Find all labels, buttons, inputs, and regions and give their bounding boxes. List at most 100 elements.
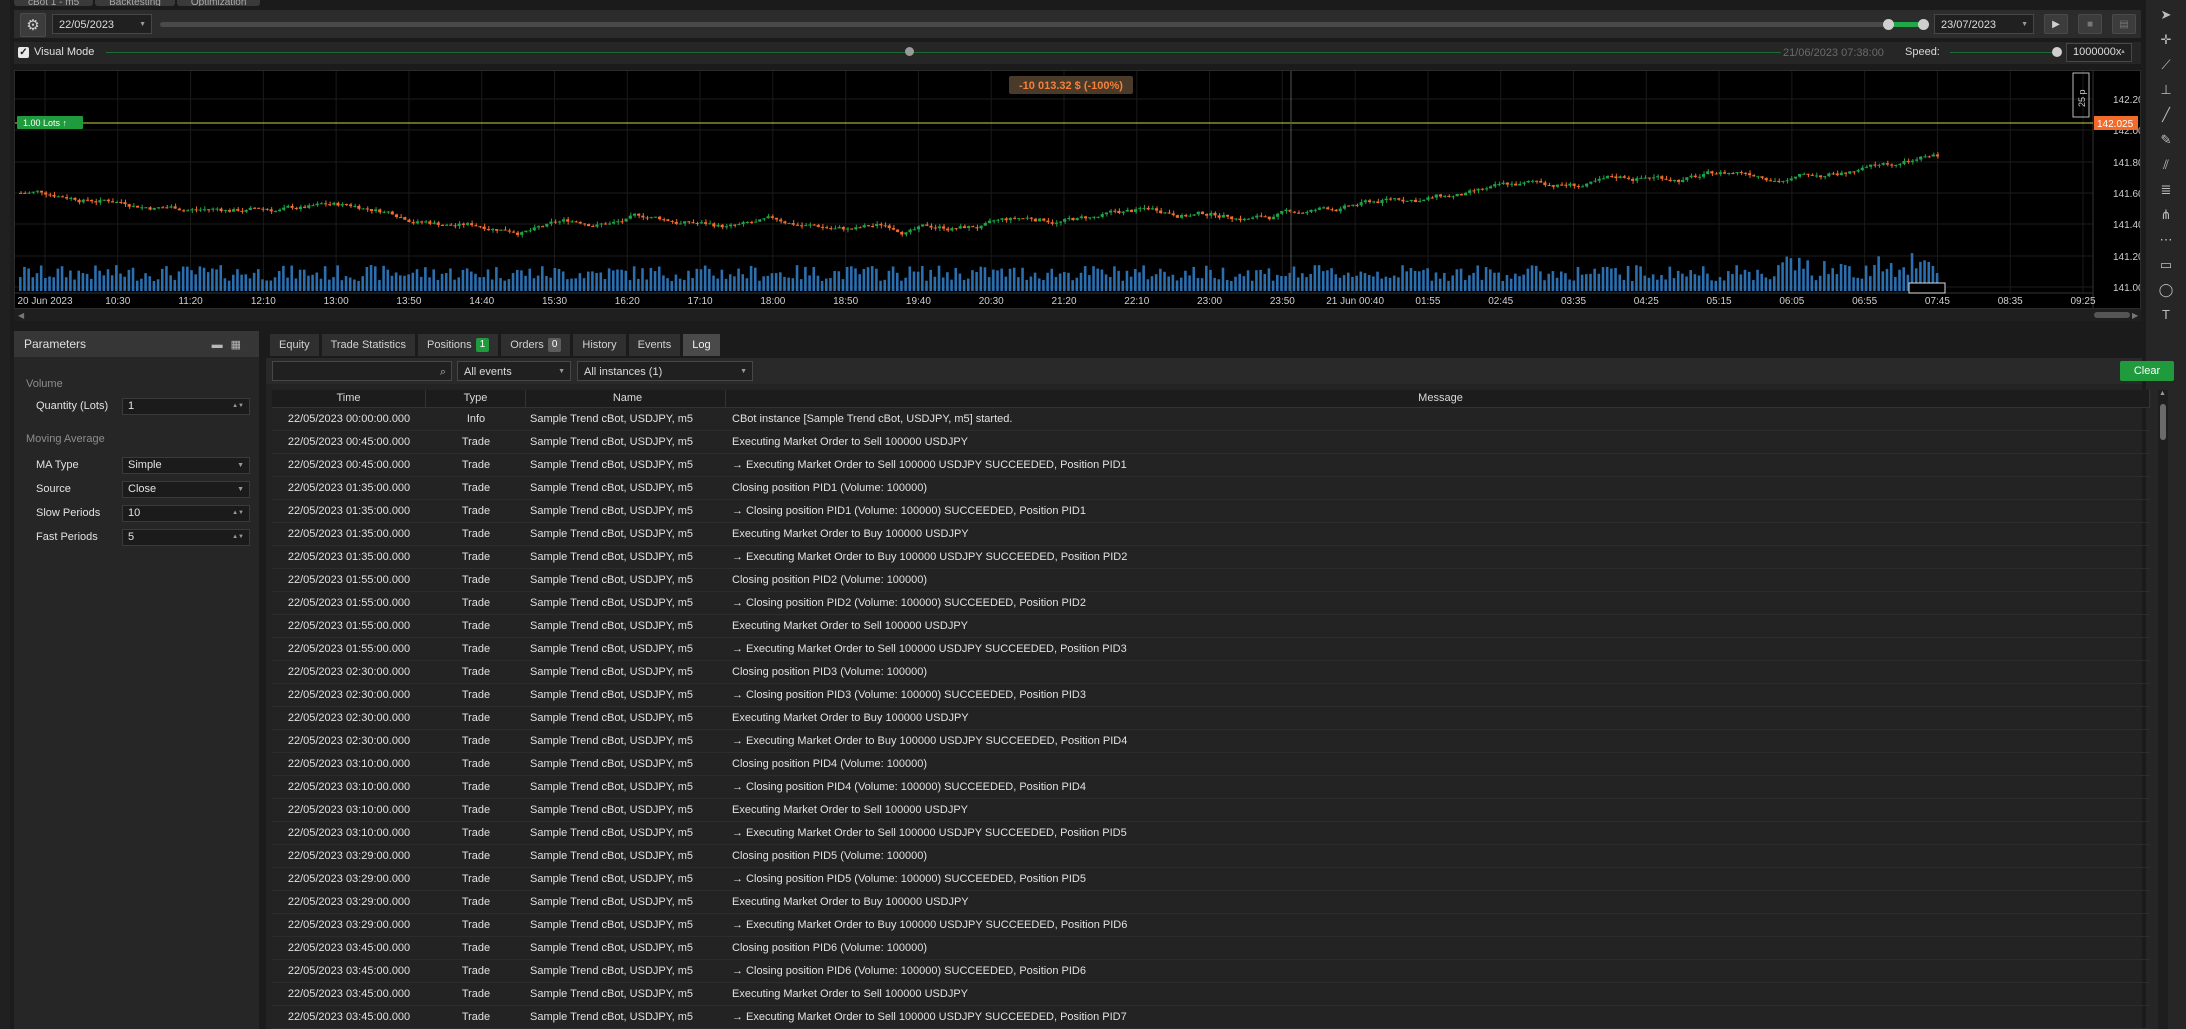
horizontal-line-icon[interactable]: ⊥ <box>2158 82 2174 98</box>
play-button[interactable]: ▶ <box>2044 14 2068 34</box>
candle-body <box>1246 218 1250 220</box>
report-button[interactable]: ▤ <box>2112 14 2136 34</box>
tab-backtesting[interactable]: Backtesting <box>95 0 175 6</box>
events-filter-select[interactable]: All events ▼ <box>457 361 571 381</box>
table-row[interactable]: 22/05/2023 03:29:00.000 Trade Sample Trend… <box>272 914 2150 937</box>
text-icon[interactable]: T <box>2158 307 2174 323</box>
playback-position-handle[interactable] <box>905 47 914 56</box>
gann-icon[interactable]: ⋯ <box>2158 232 2174 248</box>
table-row[interactable]: 22/05/2023 01:35:00.000 Trade Sample Trend… <box>272 523 2150 546</box>
tab-cbot-instance[interactable]: cBot 1 - m5 <box>14 0 94 6</box>
table-row[interactable]: 22/05/2023 01:35:00.000 Trade Sample Trend… <box>272 500 2150 523</box>
table-row[interactable]: 22/05/2023 01:55:00.000 Trade Sample Trend… <box>272 638 2150 661</box>
log-scroll-thumb[interactable] <box>2160 404 2166 440</box>
scroll-up-icon[interactable]: ▲ <box>2159 390 2166 397</box>
table-row[interactable]: 22/05/2023 02:30:00.000 Trade Sample Trend… <box>272 730 2150 753</box>
save-icon[interactable]: ▬ <box>212 339 231 351</box>
settings-button[interactable]: ⚙ <box>20 13 46 37</box>
load-icon[interactable]: ▦ <box>231 339 249 351</box>
range-end-handle[interactable] <box>1918 19 1929 30</box>
range-start-handle[interactable] <box>1883 19 1894 30</box>
volume-bar <box>1610 268 1613 291</box>
instances-filter-select[interactable]: All instances (1) ▼ <box>577 361 753 381</box>
source-select[interactable]: Close ▼ <box>122 480 250 498</box>
column-header-type[interactable]: Type <box>426 390 526 407</box>
chart-horizontal-scrollbar[interactable]: ◀ ▶ <box>14 309 2141 321</box>
ruler-icon[interactable]: ⟋ <box>2158 57 2174 73</box>
speed-input[interactable]: 1000000x ▲ <box>2066 43 2132 62</box>
column-header-name[interactable]: Name <box>526 390 726 407</box>
visual-mode-checkbox[interactable]: ✓ <box>18 47 29 58</box>
table-row[interactable]: 22/05/2023 00:45:00.000 Trade Sample Trend… <box>272 431 2150 454</box>
table-row[interactable]: 22/05/2023 03:10:00.000 Trade Sample Trend… <box>272 799 2150 822</box>
tab-log[interactable]: Log <box>683 334 720 356</box>
scroll-right-icon[interactable]: ▶ <box>2132 311 2138 320</box>
log-type-cell: Trade <box>461 988 491 1000</box>
speed-slider-track[interactable] <box>1950 52 2058 53</box>
table-row[interactable]: 22/05/2023 03:10:00.000 Trade Sample Trend… <box>272 822 2150 845</box>
table-row[interactable]: 22/05/2023 03:45:00.000 Trade Sample Trend… <box>272 983 2150 1006</box>
fast-periods-stepper[interactable]: 5 ▲▼ <box>122 528 250 546</box>
quantity-stepper[interactable]: 1 ▲▼ <box>122 397 250 415</box>
scroll-left-icon[interactable]: ◀ <box>18 311 24 320</box>
table-row[interactable]: 22/05/2023 02:30:00.000 Trade Sample Trend… <box>272 684 2150 707</box>
ellipse-icon[interactable]: ◯ <box>2158 282 2174 298</box>
candle-body <box>94 201 98 203</box>
table-row[interactable]: 22/05/2023 01:35:00.000 Trade Sample Trend… <box>272 477 2150 500</box>
tab-equity[interactable]: Equity <box>270 334 319 356</box>
chart-scroll-thumb[interactable] <box>2094 312 2130 318</box>
log-vertical-scrollbar[interactable]: ▲ <box>2158 390 2168 1029</box>
table-row[interactable]: 22/05/2023 01:55:00.000 Trade Sample Trend… <box>272 615 2150 638</box>
results-tab-bar: Equity Trade Statistics Positions 1 Order… <box>270 334 720 356</box>
ma-type-select[interactable]: Simple ▼ <box>122 456 250 474</box>
volume-bar <box>1701 266 1705 291</box>
table-row[interactable]: 22/05/2023 03:45:00.000 Trade Sample Trend… <box>272 1006 2150 1029</box>
table-row[interactable]: 22/05/2023 01:55:00.000 Trade Sample Trend… <box>272 592 2150 615</box>
table-row[interactable]: 22/05/2023 03:10:00.000 Trade Sample Trend… <box>272 753 2150 776</box>
table-row[interactable]: 22/05/2023 00:45:00.000 Trade Sample Trend… <box>272 454 2150 477</box>
table-row[interactable]: 22/05/2023 03:29:00.000 Trade Sample Trend… <box>272 845 2150 868</box>
tab-events[interactable]: Events <box>628 334 681 356</box>
crosshair-icon[interactable]: ✛ <box>2158 32 2174 48</box>
channel-icon[interactable]: ⫽ <box>2158 157 2174 173</box>
table-row[interactable]: 22/05/2023 02:30:00.000 Trade Sample Trend… <box>272 661 2150 684</box>
playback-progress-track[interactable] <box>106 52 1781 53</box>
slow-periods-stepper[interactable]: 10 ▲▼ <box>122 504 250 522</box>
table-row[interactable]: 22/05/2023 03:10:00.000 Trade Sample Trend… <box>272 776 2150 799</box>
volume-bar <box>1092 266 1095 291</box>
table-row[interactable]: 22/05/2023 03:29:00.000 Trade Sample Trend… <box>272 868 2150 891</box>
cursor-icon[interactable]: ➤ <box>2158 7 2174 23</box>
date-range-slider-track[interactable] <box>160 22 1924 27</box>
table-row[interactable]: 22/05/2023 03:45:00.000 Trade Sample Trend… <box>272 960 2150 983</box>
rectangle-icon[interactable]: ▭ <box>2158 257 2174 273</box>
tab-history[interactable]: History <box>573 334 626 356</box>
tab-positions[interactable]: Positions 1 <box>417 334 499 356</box>
table-row[interactable]: 22/05/2023 03:29:00.000 Trade Sample Trend… <box>272 891 2150 914</box>
table-row[interactable]: 22/05/2023 01:35:00.000 Trade Sample Trend… <box>272 546 2150 569</box>
trend-line-icon[interactable]: ╱ <box>2158 107 2174 123</box>
column-header-time[interactable]: Time <box>272 390 426 407</box>
fibonacci-icon[interactable]: ≣ <box>2158 182 2174 198</box>
tab-trade-statistics[interactable]: Trade Statistics <box>321 334 415 356</box>
tab-optimization[interactable]: Optimization <box>176 0 261 6</box>
candle-body <box>1593 180 1597 182</box>
tab-orders[interactable]: Orders 0 <box>501 334 571 356</box>
pitchfork-icon[interactable]: ⋔ <box>2158 207 2174 223</box>
volume-bar <box>854 268 857 291</box>
clear-log-button[interactable]: Clear <box>2120 361 2174 381</box>
price-chart[interactable]: 142.20142.00141.80141.60141.40141.20141.… <box>14 70 2141 309</box>
end-date-picker[interactable]: 23/07/2023 ▼ <box>1934 14 2034 34</box>
pencil-icon[interactable]: ✎ <box>2158 132 2174 148</box>
column-header-message[interactable]: Message <box>726 390 2150 407</box>
table-row[interactable]: 22/05/2023 01:55:00.000 Trade Sample Trend… <box>272 569 2150 592</box>
table-row[interactable]: 22/05/2023 02:30:00.000 Trade Sample Trend… <box>272 707 2150 730</box>
start-date-picker[interactable]: 22/05/2023 ▼ <box>52 14 152 34</box>
candle-body <box>1873 164 1877 166</box>
log-search-input[interactable]: ⌕ <box>272 361 452 381</box>
stop-button[interactable]: ■ <box>2078 14 2102 34</box>
table-row[interactable]: 22/05/2023 03:45:00.000 Trade Sample Trend… <box>272 937 2150 960</box>
table-row[interactable]: 22/05/2023 00:00:00.000 Info Sample Trend … <box>272 408 2150 431</box>
speed-slider-handle[interactable] <box>2052 47 2062 57</box>
candle-body <box>845 228 850 230</box>
chart-canvas[interactable]: 142.20142.00141.80141.60141.40141.20141.… <box>15 71 2140 308</box>
